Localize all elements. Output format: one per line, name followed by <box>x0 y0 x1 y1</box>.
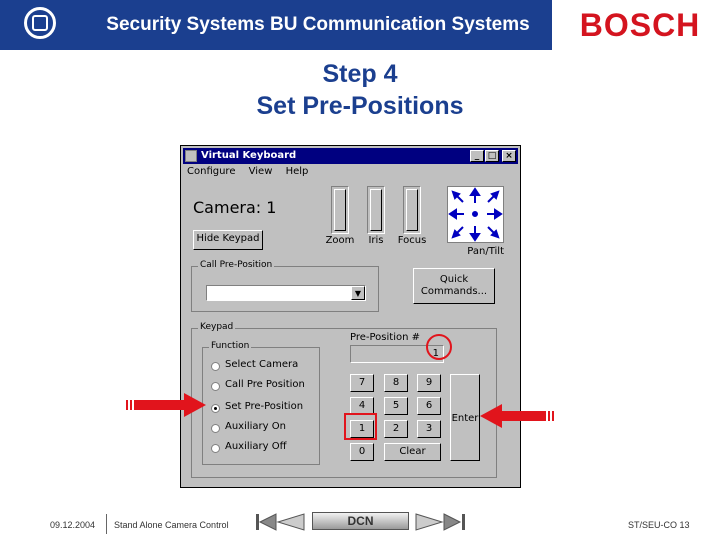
zoom-label: Zoom <box>325 235 355 246</box>
key-2[interactable]: 2 <box>384 420 408 438</box>
menu-view[interactable]: View <box>249 166 273 177</box>
window-title: Virtual Keyboard <box>201 150 297 161</box>
menu-bar: Configure View Help <box>187 165 318 179</box>
red-arrow-right-icon <box>126 393 206 417</box>
radio-set-pre-position-label: Set Pre-Position <box>225 401 304 412</box>
radio-auxiliary-on-label: Auxiliary On <box>225 421 286 432</box>
title-bar[interactable]: Virtual Keyboard _ □ × <box>183 148 518 164</box>
key-7[interactable]: 7 <box>350 374 374 392</box>
minimize-button[interactable]: _ <box>470 150 484 162</box>
enter-button[interactable]: Enter <box>450 374 480 461</box>
radio-call-pre-position-label: Call Pre Position <box>225 379 305 390</box>
app-icon <box>185 150 197 162</box>
key-3[interactable]: 3 <box>417 420 441 438</box>
maximize-button[interactable]: □ <box>485 150 499 162</box>
key-0[interactable]: 0 <box>350 443 374 461</box>
keypad-label: Keypad <box>198 322 236 332</box>
radio-select-camera[interactable] <box>211 362 220 371</box>
nav-first-icon[interactable] <box>254 512 306 532</box>
armature-icon <box>24 7 56 39</box>
slide-header: Security Systems BU Communication System… <box>0 0 720 50</box>
iris-slider[interactable] <box>367 186 385 234</box>
pan-tilt-arrows-icon <box>448 187 503 242</box>
pan-tilt-pad[interactable] <box>447 186 504 243</box>
clear-button[interactable]: Clear <box>384 443 441 461</box>
key-1-highlight <box>344 413 377 440</box>
focus-label: Focus <box>397 235 427 246</box>
footer-divider <box>106 514 107 534</box>
footer-page: ST/SEU-CO 13 <box>628 520 690 530</box>
pan-tilt-label: Pan/Tilt <box>467 246 504 257</box>
radio-auxiliary-off-label: Auxiliary Off <box>225 441 287 452</box>
radio-auxiliary-on[interactable] <box>211 424 220 433</box>
key-5[interactable]: 5 <box>384 397 408 415</box>
bosch-armature-logo <box>0 0 84 50</box>
radio-select-camera-label: Select Camera <box>225 359 299 370</box>
step-subtitle: Set Pre-Positions <box>256 92 464 120</box>
red-arrow-left-icon <box>480 404 554 428</box>
radio-set-pre-position[interactable] <box>211 404 220 413</box>
zoom-slider[interactable] <box>331 186 349 234</box>
bosch-wordmark: BOSCH <box>579 7 701 43</box>
header-title: Security Systems BU Communication System… <box>84 0 552 50</box>
menu-configure[interactable]: Configure <box>187 166 235 177</box>
preposition-value-highlight <box>426 334 452 360</box>
footer-subject: Stand Alone Camera Control <box>114 520 229 530</box>
call-preposition-label: Call Pre-Position <box>198 260 275 270</box>
radio-auxiliary-off[interactable] <box>211 444 220 453</box>
key-8[interactable]: 8 <box>384 374 408 392</box>
dcn-nav-button[interactable]: DCN <box>312 512 409 530</box>
hide-keypad-button[interactable]: Hide Keypad <box>193 230 263 250</box>
radio-call-pre-position[interactable] <box>211 382 220 391</box>
menu-help[interactable]: Help <box>286 166 309 177</box>
focus-slider[interactable] <box>403 186 421 234</box>
iris-label: Iris <box>368 235 384 246</box>
footer-date: 09.12.2004 <box>50 520 96 530</box>
quick-commands-button[interactable]: Quick Commands... <box>413 268 495 304</box>
key-6[interactable]: 6 <box>417 397 441 415</box>
close-button[interactable]: × <box>502 150 516 162</box>
function-label: Function <box>209 341 252 351</box>
key-9[interactable]: 9 <box>417 374 441 392</box>
preposition-dropdown[interactable]: ▼ <box>206 285 366 301</box>
step-number: Step 4 <box>322 60 398 88</box>
camera-label: Camera: 1 <box>193 198 277 217</box>
function-group: Function Select Camera Call Pre Position… <box>202 341 320 465</box>
nav-last-icon[interactable] <box>414 512 468 532</box>
chevron-down-icon[interactable]: ▼ <box>351 286 365 300</box>
preposition-number-label: Pre-Position # <box>350 332 420 343</box>
slide-title: Step 4 Set Pre-Positions <box>0 58 720 122</box>
call-preposition-group: Call Pre-Position ▼ <box>191 260 379 312</box>
